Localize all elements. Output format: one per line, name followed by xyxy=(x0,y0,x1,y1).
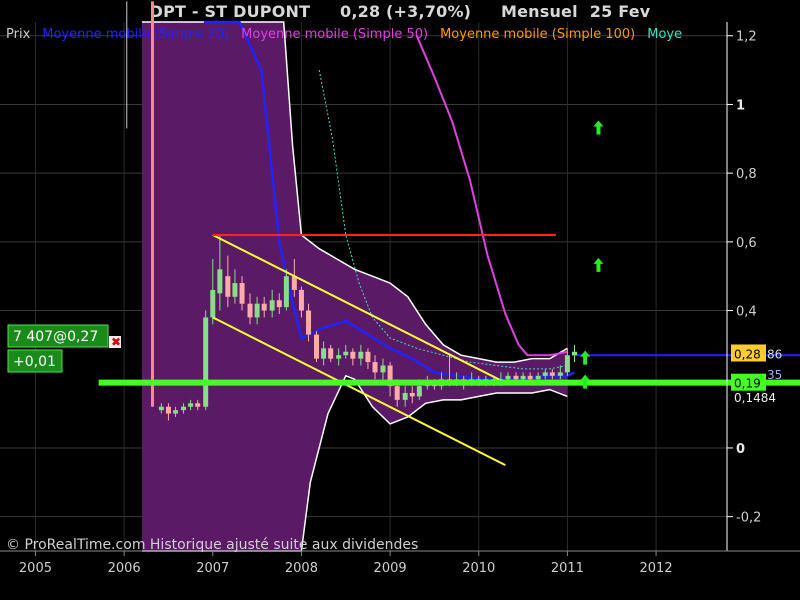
candle-body xyxy=(557,372,563,376)
info-volume-text: 7 407@0,27 xyxy=(13,329,98,345)
legend-item: Moyenne mobile (Simple 50) xyxy=(241,27,428,42)
candle-body xyxy=(505,375,511,380)
x-tick-label: 2012 xyxy=(640,561,673,576)
y-tick-label: 0,8 xyxy=(736,167,757,182)
price-tag-ma: 35 xyxy=(767,368,782,382)
candle-body xyxy=(261,303,267,311)
candle-body xyxy=(527,375,533,380)
y-tick-label: 0,4 xyxy=(736,305,757,320)
sma50-line xyxy=(415,35,568,357)
candle-body xyxy=(549,372,555,376)
candle-body xyxy=(195,403,201,407)
x-tick-label: 2010 xyxy=(462,561,495,576)
price-tag-support: 0,19 xyxy=(734,377,761,391)
candle-body xyxy=(254,303,260,318)
bollinger-band xyxy=(126,1,568,552)
candle-body xyxy=(291,276,297,290)
candle-body xyxy=(210,289,216,318)
candle-body xyxy=(542,372,548,376)
legend: Prix Moyenne mobile (Simple 20) Moyenne mo… xyxy=(6,27,682,42)
candle-body xyxy=(239,283,245,304)
info-change-text: +0,01 xyxy=(13,354,56,370)
watermark-text: © ProRealTime.com Historique ajusté suit… xyxy=(6,537,418,553)
legend-item: Moyenne mobile (Simple 100) xyxy=(440,27,635,42)
candle-body xyxy=(181,406,187,411)
y-tick-label: 1 xyxy=(736,98,745,113)
close-icon[interactable]: ✖ xyxy=(111,335,121,349)
price-tag-current: 0,28 xyxy=(734,347,761,361)
candle-body xyxy=(402,392,408,400)
candle-body xyxy=(394,386,400,400)
candle-body xyxy=(203,317,209,407)
candle-body xyxy=(513,375,519,380)
up-arrow-icon xyxy=(593,120,604,135)
candle-body xyxy=(276,300,282,308)
candle-body xyxy=(217,269,223,294)
candle-body xyxy=(358,351,364,359)
candle-body xyxy=(225,276,231,297)
x-tick-label: 2006 xyxy=(108,561,141,576)
candle-body xyxy=(298,289,304,311)
candle-body xyxy=(343,351,349,356)
info-box[interactable]: 7 407@0,27 ✖ +0,01 xyxy=(7,324,121,373)
price-chart[interactable]: 1,2 1 0,8 0,6 0,4 0 -0,2 2005 2006 2007 2008 2009 20… xyxy=(0,0,800,600)
candle-body xyxy=(572,351,578,356)
band-area xyxy=(141,22,568,551)
candle-body xyxy=(314,334,320,359)
price-tags: 0,28 86 35 0,190,1484 xyxy=(731,344,782,405)
candle-body xyxy=(269,300,275,311)
candle-body xyxy=(188,403,194,407)
legend-item: Moyenne mobile (Simple 20) xyxy=(42,27,229,42)
candle-body xyxy=(416,386,422,397)
x-tick-label: 2005 xyxy=(19,561,52,576)
candle-body xyxy=(328,348,334,359)
x-tick-label: 2009 xyxy=(374,561,407,576)
y-tick-label: 0 xyxy=(736,442,745,457)
price-tag-suffix: 86 xyxy=(767,347,782,361)
candle-body xyxy=(380,365,386,373)
candle-body xyxy=(372,362,378,373)
price-tag-low: 0,1484 xyxy=(734,391,776,405)
candle-body xyxy=(232,283,238,297)
candle-body xyxy=(247,303,253,318)
candle-body xyxy=(165,406,171,414)
x-tick-label: 2011 xyxy=(551,561,584,576)
x-tick-label: 2007 xyxy=(196,561,229,576)
candle-body xyxy=(409,392,415,397)
candle-body xyxy=(173,410,179,414)
candle-body xyxy=(564,355,570,373)
y-tick-label: -0,2 xyxy=(736,511,761,526)
legend-item: Prix xyxy=(6,27,31,42)
candle-body xyxy=(158,406,164,411)
legend-item: Moye xyxy=(647,27,682,42)
candle-body xyxy=(283,276,289,308)
candle-body xyxy=(306,310,312,335)
candle-body xyxy=(535,375,541,380)
y-tick-label: 0,6 xyxy=(736,236,757,251)
candle-body xyxy=(321,348,327,359)
x-tick-label: 2008 xyxy=(285,561,318,576)
candle-body xyxy=(365,351,371,363)
candle-body xyxy=(350,351,356,359)
candle-body xyxy=(520,375,526,380)
y-tick-label: 1,2 xyxy=(736,30,757,45)
up-arrow-icon xyxy=(593,257,604,272)
candle-body xyxy=(336,355,342,359)
up-arrow-icon xyxy=(580,350,591,365)
